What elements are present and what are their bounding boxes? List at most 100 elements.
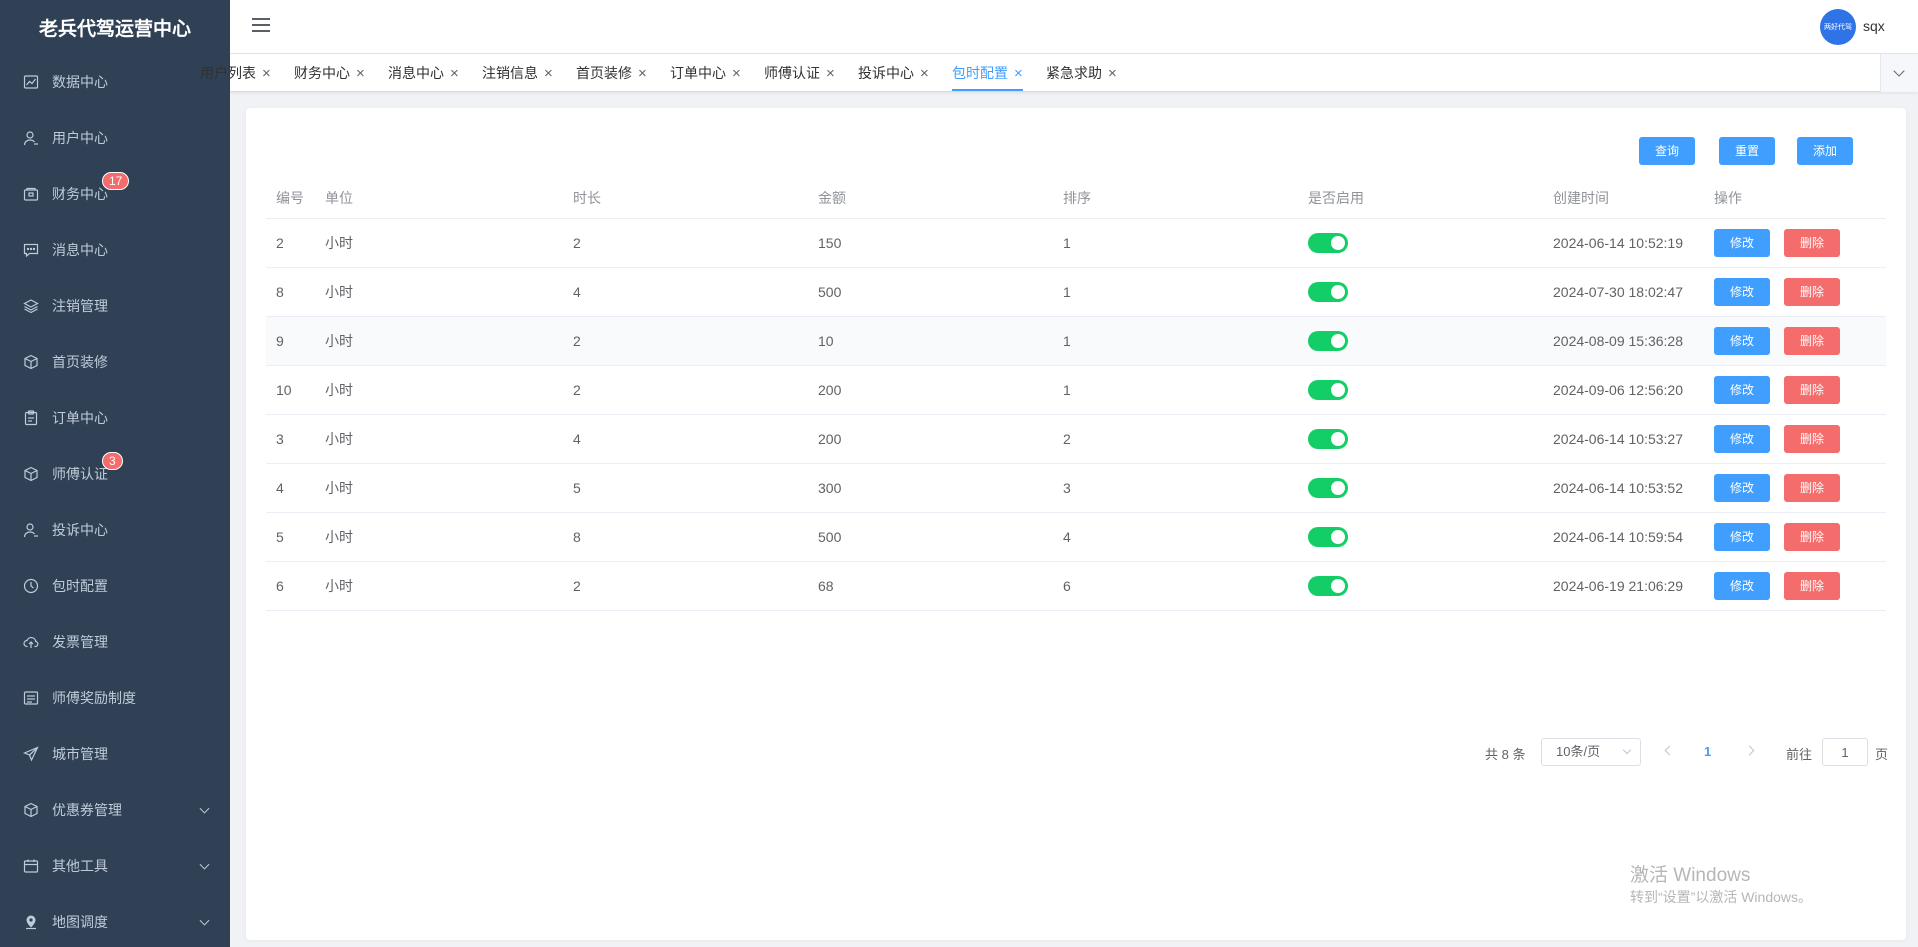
next-page-icon[interactable]: [1744, 745, 1755, 756]
sidebar-item-12[interactable]: 城市管理: [0, 726, 230, 782]
sidebar-item-3[interactable]: 消息中心: [0, 222, 230, 278]
delete-button[interactable]: 删除: [1784, 228, 1840, 257]
delete-button[interactable]: 删除: [1784, 522, 1840, 551]
close-icon[interactable]: ×: [1108, 65, 1117, 82]
cell-enabled: [1298, 414, 1543, 464]
sidebar-item-label: 师傅认证: [52, 466, 108, 482]
sidebar-item-11[interactable]: 师傅奖励制度: [0, 670, 230, 726]
close-icon[interactable]: ×: [920, 65, 929, 82]
tab-7[interactable]: 投诉中心 ×: [858, 54, 929, 92]
username[interactable]: sqx: [1863, 18, 1885, 34]
close-icon[interactable]: ×: [262, 65, 271, 82]
chevron-down-icon: [199, 803, 210, 814]
sidebar-item-4[interactable]: 注销管理: [0, 278, 230, 334]
enabled-toggle[interactable]: [1308, 232, 1348, 253]
sidebar-item-7[interactable]: 师傅认证 3: [0, 446, 230, 502]
tab-0[interactable]: 用户列表 ×: [200, 54, 271, 92]
tab-1[interactable]: 财务中心 ×: [294, 54, 365, 92]
prev-page-icon[interactable]: [1664, 745, 1675, 756]
tab-label: 紧急求助: [1046, 65, 1102, 81]
tab-9[interactable]: 紧急求助 ×: [1046, 54, 1117, 92]
close-icon[interactable]: ×: [732, 65, 741, 82]
edit-button[interactable]: 修改: [1714, 277, 1770, 306]
delete-button[interactable]: 删除: [1784, 571, 1840, 600]
enabled-toggle[interactable]: [1308, 526, 1348, 547]
tags-dropdown-button[interactable]: [1880, 54, 1918, 92]
close-icon[interactable]: ×: [450, 65, 459, 82]
tab-2[interactable]: 消息中心 ×: [388, 54, 459, 92]
enabled-toggle[interactable]: [1308, 379, 1348, 400]
column-header: 时长: [563, 178, 808, 219]
table-row: 6 小时 2 68 6 2024-06-19 21:06:29 修改 删除: [266, 561, 1886, 611]
cell-sort: 1: [1053, 267, 1298, 317]
query-button[interactable]: 查询: [1639, 137, 1695, 165]
delete-button[interactable]: 删除: [1784, 277, 1840, 306]
send-icon: [22, 745, 40, 763]
table-row: 10 小时 2 200 1 2024-09-06 12:56:20 修改 删除: [266, 365, 1886, 415]
sidebar-item-14[interactable]: 其他工具: [0, 838, 230, 894]
edit-button[interactable]: 修改: [1714, 473, 1770, 502]
edit-button[interactable]: 修改: [1714, 424, 1770, 453]
tab-label: 首页装修: [576, 65, 632, 81]
sidebar-item-2[interactable]: 财务中心 17: [0, 166, 230, 222]
sidebar-item-label: 数据中心: [52, 74, 108, 90]
add-button[interactable]: 添加: [1797, 137, 1853, 165]
tab-5[interactable]: 订单中心 ×: [670, 54, 741, 92]
cell-amount: 500: [808, 267, 1053, 317]
tab-6[interactable]: 师傅认证 ×: [764, 54, 835, 92]
cube-icon: [22, 353, 40, 371]
enabled-toggle[interactable]: [1308, 281, 1348, 302]
sidebar-item-8[interactable]: 投诉中心: [0, 502, 230, 558]
enabled-toggle[interactable]: [1308, 575, 1348, 596]
close-icon[interactable]: ×: [544, 65, 553, 82]
cell-sort: 3: [1053, 463, 1298, 513]
chevron-down-icon: [199, 915, 210, 926]
reset-button[interactable]: 重置: [1719, 137, 1775, 165]
page-size-select[interactable]: 10条/页: [1541, 738, 1641, 766]
delete-button[interactable]: 删除: [1784, 473, 1840, 502]
sidebar-item-13[interactable]: 优惠券管理: [0, 782, 230, 838]
delete-button[interactable]: 删除: [1784, 375, 1840, 404]
delete-button[interactable]: 删除: [1784, 326, 1840, 355]
close-icon[interactable]: ×: [1014, 65, 1023, 82]
enabled-toggle[interactable]: [1308, 428, 1348, 449]
tab-3[interactable]: 注销信息 ×: [482, 54, 553, 92]
edit-button[interactable]: 修改: [1714, 228, 1770, 257]
delete-button[interactable]: 删除: [1784, 424, 1840, 453]
cell-enabled: [1298, 512, 1543, 562]
tab-label: 师傅认证: [764, 65, 820, 81]
edit-button[interactable]: 修改: [1714, 326, 1770, 355]
enabled-toggle[interactable]: [1308, 477, 1348, 498]
sidebar-item-0[interactable]: 数据中心: [0, 54, 230, 110]
sidebar-item-1[interactable]: 用户中心: [0, 110, 230, 166]
cell-enabled: [1298, 561, 1543, 611]
close-icon[interactable]: ×: [356, 65, 365, 82]
sidebar-item-15[interactable]: 地图调度: [0, 894, 230, 947]
hamburger-menu-icon[interactable]: [252, 18, 270, 34]
cell-actions: 修改 删除: [1704, 316, 1886, 366]
cell-duration: 2: [563, 561, 808, 611]
sidebar-item-5[interactable]: 首页装修: [0, 334, 230, 390]
sidebar-item-10[interactable]: 发票管理: [0, 614, 230, 670]
table-row: 2 小时 2 150 1 2024-06-14 10:52:19 修改 删除: [266, 218, 1886, 268]
edit-button[interactable]: 修改: [1714, 375, 1770, 404]
cell-id: 4: [266, 463, 315, 513]
edit-button[interactable]: 修改: [1714, 522, 1770, 551]
table-header: 编号 单位 时长 金额 排序 是否启用 创建时间 操作: [266, 178, 1886, 219]
enabled-toggle[interactable]: [1308, 330, 1348, 351]
sidebar-item-6[interactable]: 订单中心: [0, 390, 230, 446]
edit-button[interactable]: 修改: [1714, 571, 1770, 600]
cell-duration: 8: [563, 512, 808, 562]
tab-8[interactable]: 包时配置 ×: [952, 54, 1023, 92]
tab-label: 消息中心: [388, 65, 444, 81]
goto-page-input[interactable]: [1822, 738, 1868, 766]
page-number-current[interactable]: 1: [1704, 744, 1711, 759]
cell-sort: 1: [1053, 316, 1298, 366]
tab-4[interactable]: 首页装修 ×: [576, 54, 647, 92]
sidebar-item-9[interactable]: 包时配置: [0, 558, 230, 614]
column-header: 编号: [266, 178, 315, 219]
pagination: 共 8 条 10条/页 1 前往 页: [246, 738, 1906, 766]
close-icon[interactable]: ×: [826, 65, 835, 82]
avatar[interactable]: 两好代驾: [1820, 9, 1856, 45]
close-icon[interactable]: ×: [638, 65, 647, 82]
